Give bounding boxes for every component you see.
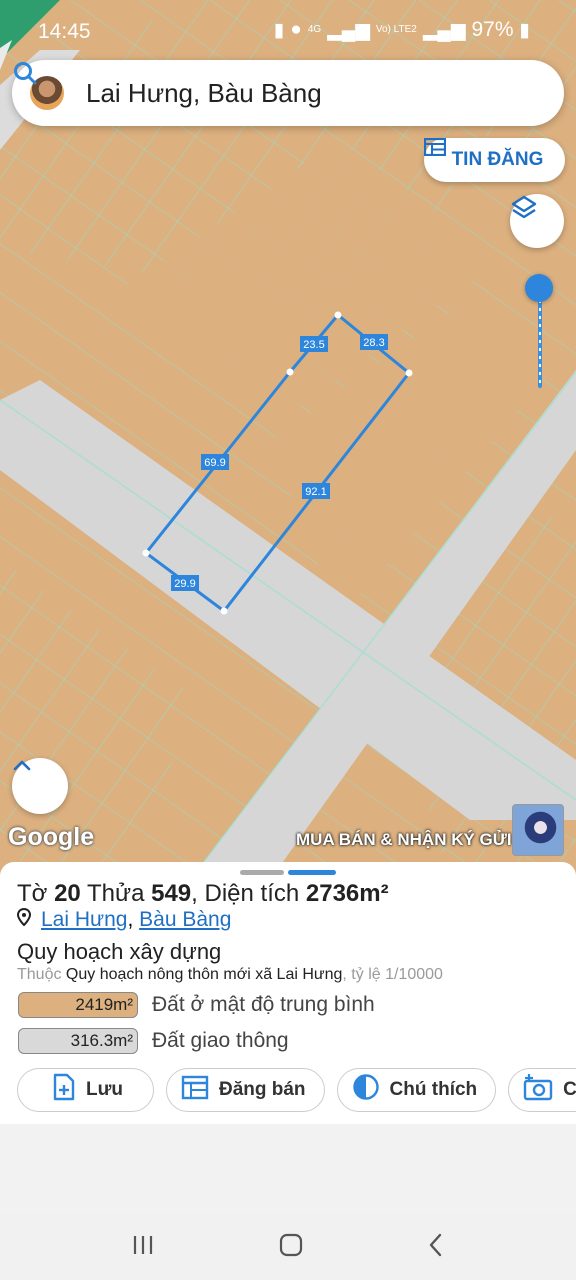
area-value: 2736m²: [305, 880, 389, 907]
map-canvas[interactable]: 23.5 28.3 69.9 92.1 29.9 14:45 ▮ ● 4G ▂▄…: [0, 0, 576, 880]
land-use-label: Đất ở mật độ trung bình: [152, 993, 375, 1016]
opacity-slider-handle[interactable]: [525, 274, 553, 302]
plan-heading: Quy hoạch xây dựng: [17, 939, 222, 964]
post-for-sale-button[interactable]: Đăng bán: [165, 1068, 325, 1112]
land-use-label: Đất giao thông: [152, 1029, 289, 1052]
parcel-info-sheet: Tờ 20 Thửa 549, Diện tích 2736m² Lai Hưn…: [0, 862, 576, 1124]
area-label: , Diện tích: [191, 880, 300, 907]
screen: 23.5 28.3 69.9 92.1 29.9 14:45 ▮ ● 4G ▂▄…: [0, 0, 576, 1280]
action-buttons: Lưu Đăng bán Chú thích Chụ: [17, 1068, 576, 1112]
signal-icon: ▂▄▆: [327, 19, 370, 41]
parcel-number-value: 549: [151, 880, 192, 907]
google-logo: Google: [8, 823, 95, 851]
location-pin-icon: [16, 907, 32, 932]
opacity-slider-track[interactable]: [538, 292, 542, 388]
map-graphics: 23.5 28.3 69.9 92.1 29.9: [0, 0, 576, 880]
sheet-handle-left[interactable]: [240, 870, 284, 875]
recent-apps-icon[interactable]: [131, 1234, 155, 1261]
location-row: Lai Hưng, Bàu Bàng: [16, 907, 231, 932]
land-use-area-chip: 316.3m²: [18, 1028, 138, 1054]
save-label: Lưu: [86, 1079, 123, 1100]
plan-prefix: Thuộc: [17, 966, 62, 983]
edge-label-4: 92.1: [305, 486, 326, 498]
status-icons: ▮ ● 4G ▂▄▆ Vo) LTE2 ▂▄▆ 97% ▮: [274, 18, 530, 42]
edge-label-5: 29.9: [174, 578, 195, 590]
edge-label-1: 23.5: [303, 339, 324, 351]
edge-label-2: 28.3: [363, 337, 384, 349]
banner-thumbnail[interactable]: [512, 804, 564, 856]
sheet-handle-right[interactable]: [288, 870, 336, 875]
post-listing-label: TIN ĐĂNG: [451, 149, 544, 170]
banner-text[interactable]: MUA BÁN & NHẬN KÝ GỬI: [296, 830, 512, 850]
legend-button[interactable]: Chú thích: [336, 1068, 497, 1112]
system-nav-bar: [0, 1214, 576, 1280]
empty-area: [0, 1124, 576, 1214]
contrast-icon: [352, 1073, 380, 1107]
search-bar[interactable]: Lai Hưng, Bàu Bàng: [12, 60, 564, 126]
network-lte-label: Vo) LTE2: [375, 24, 417, 35]
photo-button[interactable]: Chụ: [508, 1068, 576, 1112]
district-link[interactable]: Bàu Bàng: [139, 908, 231, 931]
plan-description: Thuộc Quy hoạch nông thôn mới xã Lai Hưn…: [17, 966, 443, 984]
network-4g-label: 4G: [307, 24, 322, 35]
parcel-number-label: Thửa: [87, 880, 145, 907]
signal-2-icon: ▂▄▆: [422, 19, 466, 41]
file-add-icon: [52, 1073, 76, 1107]
battery-icon: ▮: [519, 19, 530, 41]
post-listing-button[interactable]: TIN ĐĂNG: [424, 138, 565, 182]
land-use-row: 316.3m² Đất giao thông: [18, 1028, 289, 1054]
ward-link[interactable]: Lai Hưng: [41, 908, 127, 931]
sheet-number-value: 20: [54, 880, 81, 907]
back-icon[interactable]: [427, 1232, 445, 1263]
parcel-title: Tờ 20 Thửa 549, Diện tích 2736m²: [17, 880, 389, 908]
plan-scale: , tỷ lệ 1/10000: [342, 966, 443, 983]
location-icon: ●: [290, 19, 302, 40]
battery-saver-icon: ▮: [273, 19, 285, 41]
location-separator: ,: [127, 908, 134, 931]
home-icon[interactable]: [278, 1232, 304, 1263]
legend-label: Chú thích: [389, 1079, 478, 1100]
search-icon[interactable]: [14, 62, 550, 117]
sheet-number-label: Tờ: [17, 880, 48, 907]
search-text[interactable]: Lai Hưng, Bàu Bàng: [86, 78, 502, 109]
calendar-list-icon: [181, 1074, 209, 1106]
post-for-sale-label: Đăng bán: [218, 1079, 306, 1100]
battery-percent: 97%: [471, 18, 514, 41]
edge-label-3: 69.9: [204, 457, 225, 469]
layers-button[interactable]: [510, 194, 564, 248]
camera-add-icon: [523, 1073, 553, 1107]
save-button[interactable]: Lưu: [17, 1068, 154, 1112]
land-use-area-chip: 2419m²: [18, 992, 138, 1018]
photo-label: Chụ: [563, 1079, 576, 1100]
status-time: 14:45: [38, 20, 91, 43]
status-bar: 14:45 ▮ ● 4G ▂▄▆ Vo) LTE2 ▂▄▆ 97% ▮: [0, 0, 576, 62]
expand-up-button[interactable]: [12, 758, 68, 814]
plan-name[interactable]: Quy hoạch nông thôn mới xã Lai Hưng: [66, 966, 342, 983]
land-use-row: 2419m² Đất ở mật độ trung bình: [18, 992, 375, 1018]
